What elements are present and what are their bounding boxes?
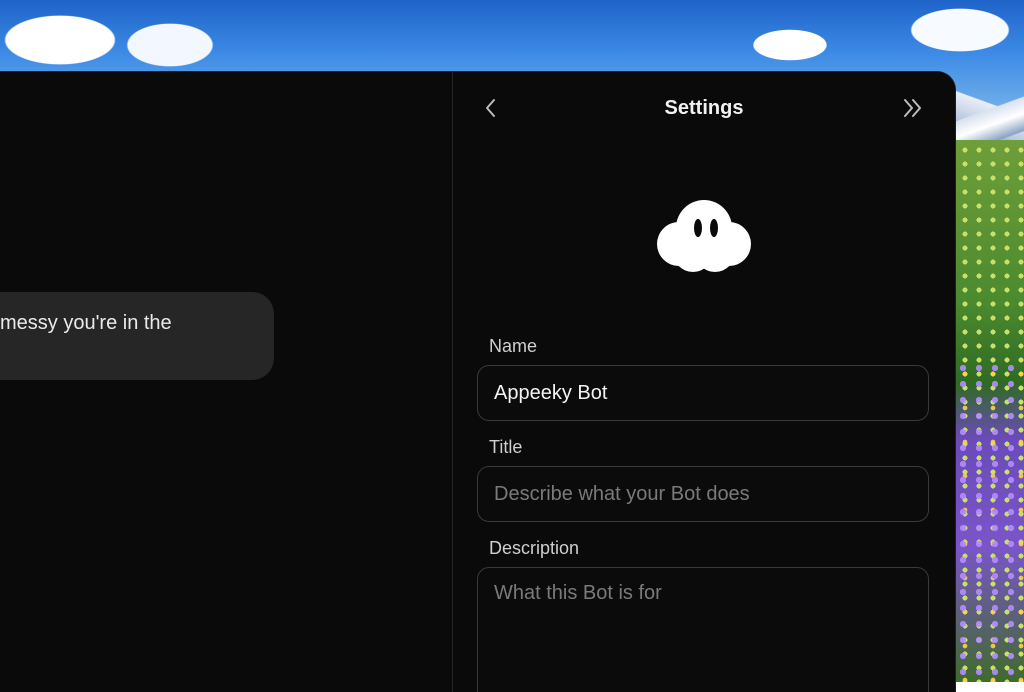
settings-panel: Settings Name Appeeky Bot Title Describe… bbox=[453, 72, 955, 692]
collapse-panel-button[interactable] bbox=[899, 94, 927, 122]
chat-message-bubble: messy you're in the bbox=[0, 292, 274, 380]
settings-title: Settings bbox=[664, 97, 744, 119]
double-chevron-right-icon bbox=[904, 99, 921, 117]
name-input[interactable] bbox=[477, 365, 929, 421]
title-label: Title bbox=[489, 437, 523, 457]
name-label: Name bbox=[489, 336, 538, 356]
wallpaper-flowers bbox=[955, 360, 1024, 682]
settings-header: Settings bbox=[453, 72, 955, 144]
description-label: Description bbox=[489, 538, 580, 558]
title-input[interactable] bbox=[477, 466, 929, 522]
description-textarea[interactable] bbox=[477, 567, 929, 692]
chat-pane: messy you're in the bbox=[0, 72, 452, 692]
chat-message-text: messy you're in the bbox=[0, 312, 172, 334]
bot-avatar[interactable] bbox=[649, 190, 759, 280]
cloud-face-icon bbox=[657, 200, 751, 272]
app-window: messy you're in the Settings Name Appeek… bbox=[0, 72, 955, 692]
